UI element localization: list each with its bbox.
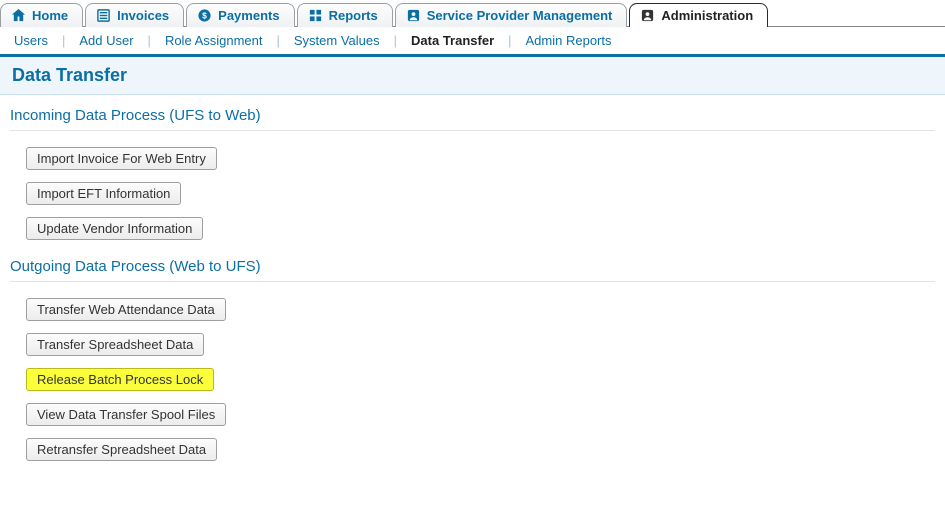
doc-icon: [96, 8, 111, 23]
tab-label: Service Provider Management: [427, 8, 613, 23]
outgoing-buttons: Transfer Web Attendance Data Transfer Sp…: [10, 298, 935, 461]
subnav-system-values[interactable]: System Values: [294, 33, 380, 48]
page-title: Data Transfer: [12, 65, 933, 86]
tab-label: Administration: [661, 8, 753, 23]
person-icon: [406, 8, 421, 23]
separator: |: [62, 33, 65, 48]
transfer-web-attendance-button[interactable]: Transfer Web Attendance Data: [26, 298, 226, 321]
subnav-data-transfer[interactable]: Data Transfer: [411, 33, 494, 48]
coin-icon: [197, 8, 212, 23]
separator: |: [277, 33, 280, 48]
retransfer-spreadsheet-button[interactable]: Retransfer Spreadsheet Data: [26, 438, 217, 461]
separator: |: [508, 33, 511, 48]
home-icon: [11, 8, 26, 23]
tab-label: Invoices: [117, 8, 169, 23]
section-heading: Incoming Data Process (UFS to Web): [10, 107, 935, 124]
tab-invoices[interactable]: Invoices: [85, 3, 184, 27]
subnav-add-user[interactable]: Add User: [79, 33, 133, 48]
subnav-role-assignment[interactable]: Role Assignment: [165, 33, 263, 48]
subnav-admin-reports[interactable]: Admin Reports: [526, 33, 612, 48]
import-eft-button[interactable]: Import EFT Information: [26, 182, 181, 205]
tab-home[interactable]: Home: [0, 3, 83, 27]
tab-label: Reports: [329, 8, 378, 23]
tab-service-provider-management[interactable]: Service Provider Management: [395, 3, 628, 27]
import-invoice-button[interactable]: Import Invoice For Web Entry: [26, 147, 217, 170]
section-heading: Outgoing Data Process (Web to UFS): [10, 258, 935, 275]
person-icon: [640, 8, 655, 23]
incoming-buttons: Import Invoice For Web Entry Import EFT …: [10, 147, 935, 240]
transfer-spreadsheet-button[interactable]: Transfer Spreadsheet Data: [26, 333, 204, 356]
main-tabs: Home Invoices Payments Reports Service P…: [0, 0, 945, 27]
tab-administration[interactable]: Administration: [629, 3, 768, 27]
tab-reports[interactable]: Reports: [297, 3, 393, 27]
update-vendor-button[interactable]: Update Vendor Information: [26, 217, 203, 240]
tab-label: Home: [32, 8, 68, 23]
tab-payments[interactable]: Payments: [186, 3, 294, 27]
admin-subnav: Users | Add User | Role Assignment | Sys…: [0, 27, 945, 57]
release-batch-lock-button[interactable]: Release Batch Process Lock: [26, 368, 214, 391]
title-bar: Data Transfer: [0, 57, 945, 95]
divider: [10, 130, 935, 131]
subnav-users[interactable]: Users: [14, 33, 48, 48]
separator: |: [148, 33, 151, 48]
divider: [10, 281, 935, 282]
tab-label: Payments: [218, 8, 279, 23]
section-incoming: Incoming Data Process (UFS to Web) Impor…: [0, 95, 945, 246]
grid-icon: [308, 8, 323, 23]
view-spool-files-button[interactable]: View Data Transfer Spool Files: [26, 403, 226, 426]
section-outgoing: Outgoing Data Process (Web to UFS) Trans…: [0, 246, 945, 467]
separator: |: [394, 33, 397, 48]
